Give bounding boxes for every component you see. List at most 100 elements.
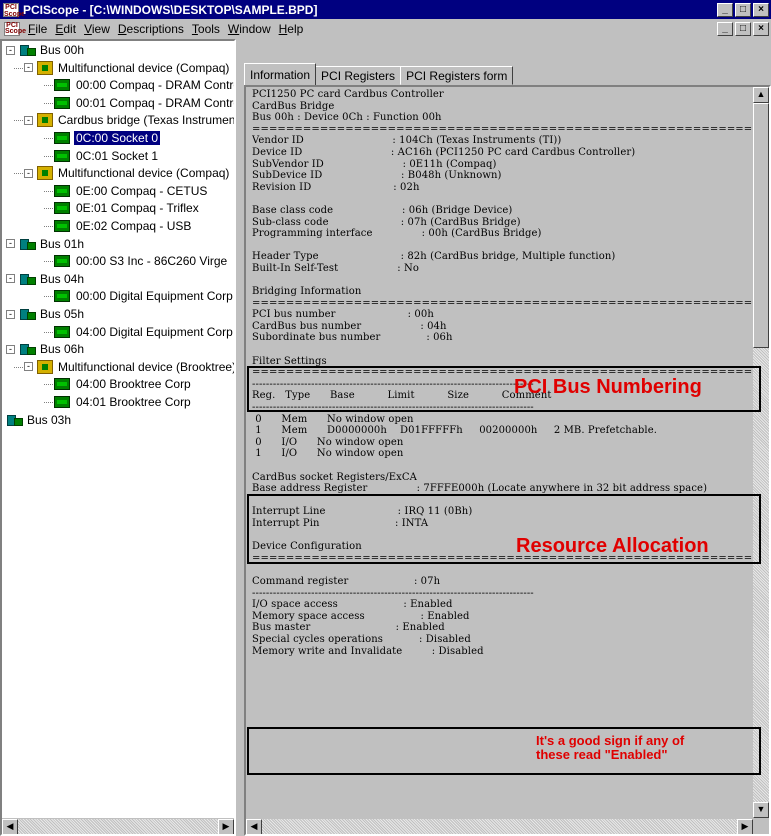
tree-connector-line <box>44 155 53 157</box>
tree-node[interactable]: - Bus 00h <box>6 42 86 58</box>
tree-node[interactable]: 00:00 S3 Inc - 86C260 Virge <box>54 253 229 269</box>
tree-node-label[interactable]: Multifunctional device (Compaq) <box>56 166 231 180</box>
menu-edit[interactable]: Edit <box>53 22 82 36</box>
tree-node[interactable]: 00:00 Compaq - DRAM Controller <box>54 77 234 93</box>
minimize-button[interactable]: _ <box>717 2 733 17</box>
tree-connector-line <box>14 67 23 69</box>
tree-node[interactable]: - Multifunctional device (Compaq) <box>24 165 231 181</box>
tree-node[interactable]: - Cardbus bridge (Texas Instruments) <box>24 112 234 128</box>
tree-node-label[interactable]: 04:00 Brooktree Corp <box>74 377 193 391</box>
tree-node-label[interactable]: Bus 04h <box>38 272 86 286</box>
tree-node-label[interactable]: 0E:00 Compaq - CETUS <box>74 184 209 198</box>
tree-expander-icon[interactable]: - <box>24 115 33 125</box>
tree-node[interactable]: 04:01 Brooktree Corp <box>54 394 193 410</box>
tree-node[interactable]: 04:00 Digital Equipment Corp <box>54 324 234 340</box>
tree-connector-line <box>14 120 23 122</box>
tree-node-label[interactable]: 00:00 Compaq - DRAM Controller <box>74 78 234 92</box>
tree-scroll-right-icon[interactable]: ▶ <box>218 819 234 834</box>
bus-icon <box>19 307 36 321</box>
info-line: Command register : 07h <box>252 575 441 587</box>
document-system-icon[interactable]: PCI Scope <box>4 22 26 36</box>
document-minimize-button[interactable]: _ <box>717 22 733 36</box>
scroll-up-icon[interactable]: ▲ <box>753 87 769 103</box>
tab-information[interactable]: Information <box>244 63 317 85</box>
info-line: SubDevice ID : B048h (Unknown) <box>252 170 502 182</box>
tree-expander-icon[interactable]: - <box>6 239 15 249</box>
info-line: Bridging Information <box>252 286 362 298</box>
tree-node[interactable]: - Multifunctional device (Compaq) <box>24 60 231 76</box>
tree-node[interactable]: 0C:00 Socket 0 <box>54 130 162 146</box>
tree-node[interactable]: 00:01 Compaq - DRAM Controller <box>54 95 234 111</box>
tree-node[interactable]: - Multifunctional device (Brooktree) <box>24 359 234 375</box>
tree-node-label[interactable]: Bus 00h <box>38 43 86 57</box>
menu-view[interactable]: View <box>82 22 116 36</box>
tree-expander-icon[interactable]: - <box>6 274 15 284</box>
tree-node[interactable]: 0E:00 Compaq - CETUS <box>54 183 209 199</box>
tree-node-label[interactable]: Bus 06h <box>38 342 86 356</box>
bus-icon <box>6 413 23 427</box>
tree-connector-line <box>44 296 53 298</box>
tree-expander-icon[interactable]: - <box>24 63 33 73</box>
info-line: CardBus socket Registers/ExCA <box>252 471 417 483</box>
menu-window[interactable]: Window <box>226 22 277 36</box>
title-bar[interactable]: PCI Scope PCIScope - [C:\WINDOWS\DESKTOP… <box>0 0 771 19</box>
tree-node[interactable]: Bus 03h <box>6 412 73 428</box>
tree-node-label[interactable]: Bus 01h <box>38 237 86 251</box>
tree-node[interactable]: 0C:01 Socket 1 <box>54 148 160 164</box>
info-vertical-scrollbar[interactable]: ▲ ▼ <box>753 87 769 818</box>
tree-node-label[interactable]: 0C:01 Socket 1 <box>74 149 160 163</box>
tree-expander-icon[interactable]: - <box>24 168 33 178</box>
tree-node-label[interactable]: Multifunctional device (Brooktree) <box>56 360 234 374</box>
tree-node-label[interactable]: 04:01 Brooktree Corp <box>74 395 193 409</box>
tree-node[interactable]: - Bus 06h <box>6 341 86 357</box>
scroll-down-icon[interactable]: ▼ <box>753 802 769 818</box>
menu-file[interactable]: File <box>26 22 53 36</box>
close-button[interactable]: × <box>753 2 769 17</box>
pciscope-app-icon[interactable]: PCI Scope <box>3 2 25 18</box>
tree-node-label[interactable]: Bus 05h <box>38 307 86 321</box>
menu-descriptions[interactable]: Descriptions <box>116 22 190 36</box>
info-horizontal-scrollbar[interactable]: ◀ ▶ <box>246 818 753 834</box>
device-tree[interactable]: - Bus 00h - Multifunctional device (Compaq)… <box>2 41 234 808</box>
tree-node[interactable]: 00:00 Digital Equipment Corp <box>54 288 234 304</box>
tree-node[interactable]: 0E:01 Compaq - Triflex <box>54 200 201 216</box>
chip-icon <box>54 290 70 303</box>
tree-node[interactable]: - Bus 05h <box>6 306 86 322</box>
info-scroll-left-icon[interactable]: ◀ <box>246 819 262 834</box>
tree-node-label[interactable]: 00:00 S3 Inc - 86C260 Virge <box>74 254 229 268</box>
menu-tools[interactable]: Tools <box>190 22 226 36</box>
tree-connector-line <box>44 331 53 333</box>
tree-horizontal-scrollbar[interactable]: ◀ ▶ <box>2 818 234 834</box>
tree-node-label[interactable]: 00:00 Digital Equipment Corp <box>74 289 234 303</box>
info-line: Vendor ID : 104Ch (Texas Instruments (TI… <box>252 135 562 147</box>
tree-expander-icon[interactable]: - <box>6 309 15 319</box>
tree-node-label[interactable]: 00:01 Compaq - DRAM Controller <box>74 96 234 110</box>
tree-node-label[interactable]: 0E:02 Compaq - USB <box>74 219 193 233</box>
tree-node[interactable]: 04:00 Brooktree Corp <box>54 376 193 392</box>
document-restore-button[interactable]: □ <box>735 22 751 36</box>
info-line: SubVendor ID : 0E11h (Compaq) <box>252 158 497 170</box>
tree-node-label[interactable]: Cardbus bridge (Texas Instruments) <box>56 113 234 127</box>
info-line: 0 I/O No window open <box>252 436 404 448</box>
tree-node-label-selected[interactable]: 0C:00 Socket 0 <box>72 130 162 146</box>
chip-icon <box>54 202 70 215</box>
tree-expander-icon[interactable]: - <box>24 362 33 372</box>
tree-node-label[interactable]: Bus 03h <box>25 413 73 427</box>
tree-node-label[interactable]: 0E:01 Compaq - Triflex <box>74 201 201 215</box>
tree-node[interactable]: 0E:02 Compaq - USB <box>54 218 193 234</box>
tree-node[interactable]: - Bus 01h <box>6 236 86 252</box>
tree-node-label[interactable]: Multifunctional device (Compaq) <box>56 61 231 75</box>
tree-expander-icon[interactable]: - <box>6 344 15 354</box>
document-close-button[interactable]: × <box>753 22 769 36</box>
tree-scroll-left-icon[interactable]: ◀ <box>2 819 18 834</box>
tree-expander-icon[interactable]: - <box>6 45 15 55</box>
tab-pci-registers[interactable]: PCI Registers <box>315 66 402 85</box>
tree-node-label[interactable]: 04:00 Digital Equipment Corp <box>74 325 234 339</box>
menu-help[interactable]: Help <box>277 22 310 36</box>
tab-pci-registers-form[interactable]: PCI Registers form <box>400 66 514 85</box>
maximize-button[interactable]: □ <box>735 2 751 17</box>
vertical-scroll-thumb[interactable] <box>753 103 769 348</box>
info-line: CardBus bus number : 04h <box>252 320 447 332</box>
info-scroll-right-icon[interactable]: ▶ <box>737 819 753 834</box>
tree-node[interactable]: - Bus 04h <box>6 271 86 287</box>
